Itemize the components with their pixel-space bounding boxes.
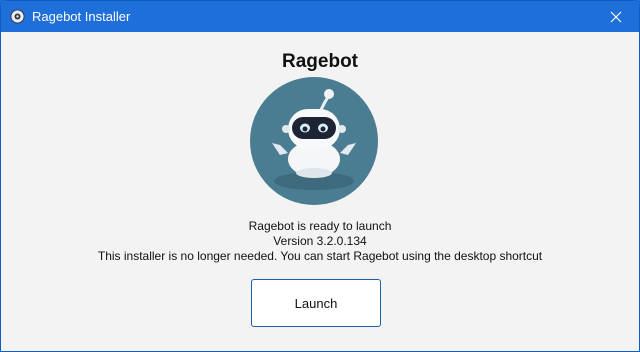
version-text: Version 3.2.0.134 xyxy=(273,234,367,248)
title-bar[interactable]: Ragebot Installer xyxy=(1,1,639,32)
close-button[interactable] xyxy=(593,1,639,32)
main-content: Ragebot Ragebot is ready to launch Versi xyxy=(1,32,639,351)
info-message: This installer is no longer needed. You … xyxy=(97,249,543,263)
robot-logo-icon xyxy=(250,77,378,205)
status-message: Ragebot is ready to launch xyxy=(248,219,392,233)
window-title: Ragebot Installer xyxy=(32,9,131,24)
close-icon xyxy=(610,11,622,22)
launch-button[interactable]: Launch xyxy=(251,279,381,327)
app-icon xyxy=(10,9,25,24)
app-heading: Ragebot xyxy=(282,51,358,72)
installer-window: Ragebot Installer Ragebot Ragebot is rea… xyxy=(0,0,640,352)
